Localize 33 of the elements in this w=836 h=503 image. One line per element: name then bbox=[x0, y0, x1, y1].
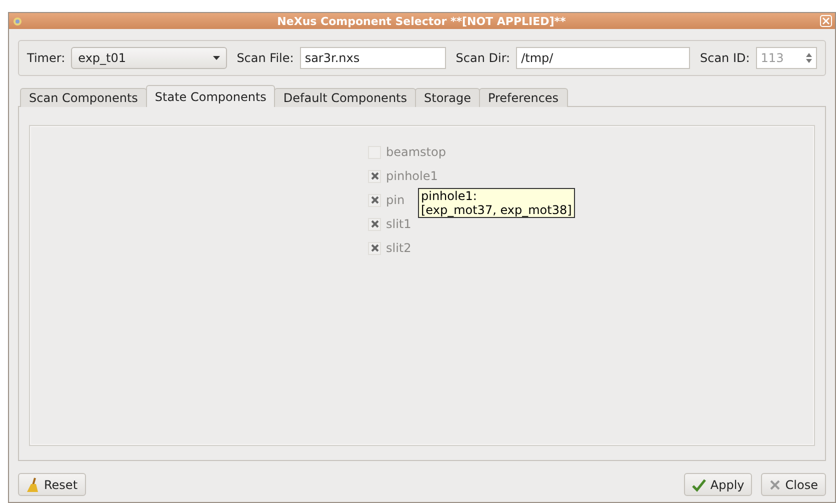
apply-button[interactable]: Apply bbox=[684, 473, 752, 496]
checkbox[interactable] bbox=[368, 194, 382, 206]
tooltip: pinhole1: [exp_mot37, exp_mot38] bbox=[418, 188, 575, 218]
component-label: pinhole1 bbox=[386, 169, 438, 183]
timer-dropdown[interactable]: exp_t01 bbox=[71, 47, 227, 69]
window-title: NeXus Component Selector **[NOT APPLIED]** bbox=[276, 14, 567, 28]
spin-arrows-icon bbox=[806, 52, 812, 64]
close-button[interactable]: Close bbox=[761, 473, 826, 496]
scan-file-field[interactable]: sar3r.nxs bbox=[300, 47, 446, 69]
scan-id-label: Scan ID: bbox=[700, 51, 750, 65]
broom-icon bbox=[26, 476, 40, 492]
tab[interactable]: Default Components bbox=[274, 88, 416, 107]
tab[interactable]: State Components bbox=[146, 85, 276, 107]
reset-button[interactable]: Reset bbox=[18, 473, 86, 496]
close-icon[interactable] bbox=[820, 15, 832, 27]
checkbox[interactable] bbox=[368, 218, 382, 230]
scan-file-label: Scan File: bbox=[236, 51, 294, 65]
component-label: pin bbox=[386, 193, 405, 207]
dropdown-arrow-icon bbox=[212, 56, 220, 60]
tab[interactable]: Preferences bbox=[478, 88, 568, 107]
tab[interactable]: Storage bbox=[415, 88, 480, 107]
component-label: slit1 bbox=[386, 217, 412, 231]
checkbox[interactable] bbox=[368, 242, 382, 254]
component-label: slit2 bbox=[386, 241, 412, 255]
scan-dir-field[interactable]: /tmp/ bbox=[516, 47, 690, 69]
tab[interactable]: Scan Components bbox=[20, 88, 147, 107]
checkmark-icon bbox=[692, 478, 706, 492]
close-icon bbox=[769, 478, 782, 490]
app-icon bbox=[12, 16, 23, 26]
checkbox[interactable] bbox=[368, 170, 382, 182]
scan-dir-label: Scan Dir: bbox=[456, 51, 510, 65]
timer-label: Timer: bbox=[27, 51, 66, 65]
component-label: beamstop bbox=[386, 145, 446, 159]
